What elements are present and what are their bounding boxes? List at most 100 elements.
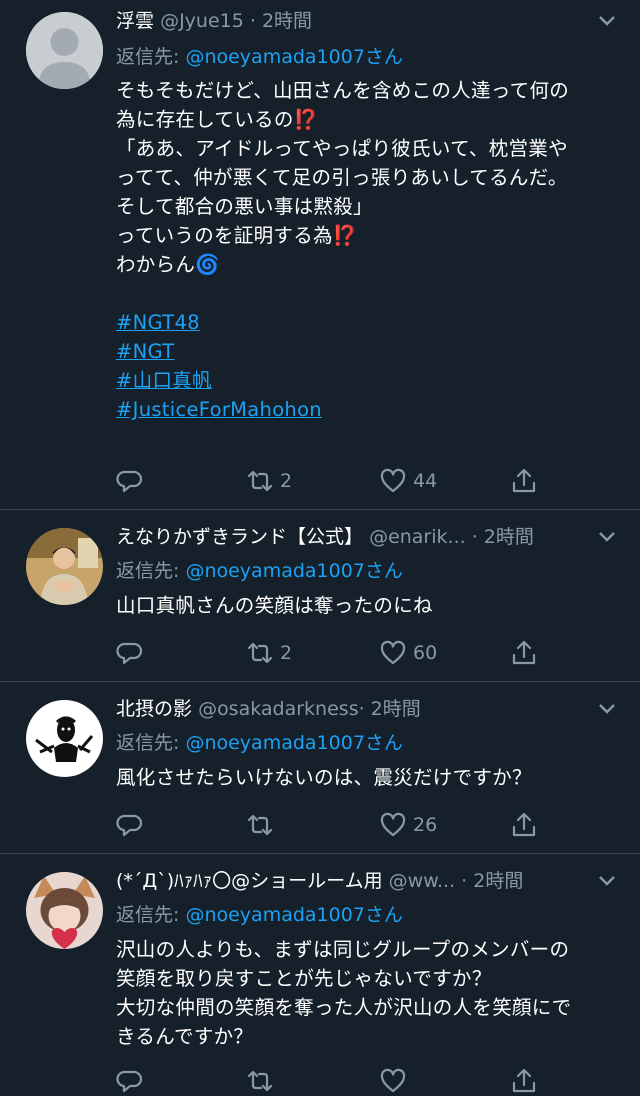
avatar[interactable] [26,528,103,605]
tweet-1[interactable]: 浮雲 @Jyue15 · 2時間 返信先: @noeyamada1007さん そ… [0,0,640,510]
heart-icon [380,812,406,837]
timestamp[interactable]: · 2時間 [359,698,421,720]
share-icon [512,812,536,837]
share-button[interactable] [510,1066,538,1096]
tweet-header: 浮雲 @Jyue15 · 2時間 [116,8,620,34]
reply-label: 返信先: [116,904,180,926]
retweet-button[interactable]: 2 [246,638,292,668]
text-line: そして都合の悪い事は黙殺」 [116,195,373,218]
text-line: わからん🌀 [116,253,220,276]
user-handle[interactable]: @Jyue15 [160,10,244,32]
reply-to-link[interactable]: @noeyamada1007さん [185,732,402,754]
tweet-4[interactable]: (*´Д`)ﾊｧﾊｧ〇@ショールーム用 @ww... · 2時間 返信先: @n… [0,854,640,1093]
tweet-3[interactable]: 北摂の影 @osakadarkness· 2時間 返信先: @noeyamada… [0,682,640,854]
avatar[interactable] [26,872,103,949]
tweet-text: 風化させたらいけないのは、震災だけですか？ [116,763,616,792]
tweet-text: 沢山の人よりも、まずは同じグループのメンバーの 笑顔を取り戻すことが先じゃないで… [116,935,616,1051]
hashtag-link[interactable]: #NGT48 [116,308,616,337]
hashtag-link[interactable]: #山口真帆 [116,366,616,395]
reply-icon [116,814,143,837]
reply-icon [116,470,143,493]
reply-to-link[interactable]: @noeyamada1007さん [185,560,402,582]
user-handle[interactable]: @osakadarkness [198,698,359,720]
share-button[interactable] [510,466,538,496]
reply-context: 返信先: @noeyamada1007さん [116,558,403,584]
timestamp[interactable]: · 2時間 [250,10,312,32]
reply-label: 返信先: [116,732,180,754]
share-icon [512,640,536,665]
reply-to-link[interactable]: @noeyamada1007さん [185,904,402,926]
retweet-button[interactable] [246,1066,274,1096]
text-line: ってて、仲が悪くて足の引っ張りあいしてるんだ。 [116,166,568,189]
text-line: 山口真帆さんの笑顔は奪ったのにね [116,594,433,617]
share-icon [512,1068,536,1093]
user-handle[interactable]: @ww... [389,870,455,892]
text-line: 為に存在しているの⁉️ [116,108,319,131]
text-line: 「ああ、アイドルってやっぱり彼氏いて、枕営業や [116,137,568,160]
ink-figure-icon [26,700,103,777]
tweet-actions: 2 60 [116,638,546,668]
like-button[interactable]: 60 [379,638,437,668]
timestamp[interactable]: · 2時間 [461,870,523,892]
display-name[interactable]: 北摂の影 [116,698,192,720]
reply-button[interactable] [116,466,144,496]
like-button[interactable]: 44 [379,466,437,496]
tweet-actions: 26 [116,810,546,840]
display-name[interactable]: 浮雲 [116,10,154,32]
chevron-down-icon[interactable] [596,10,618,32]
display-name[interactable]: えなりかずきランド【公式】 [116,526,363,548]
retweet-button[interactable] [246,810,280,840]
display-name[interactable]: (*´Д`)ﾊｧﾊｧ〇@ショールーム用 [116,870,383,892]
like-count: 26 [413,814,438,836]
chevron-down-icon[interactable] [596,698,618,720]
person-photo-icon [26,528,103,605]
tweet-2[interactable]: えなりかずきランド【公式】 @enarik... · 2時間 返信先: @noe… [0,510,640,682]
retweet-icon [247,470,273,492]
hashtag-link[interactable]: #JusticeForMahohon [116,395,616,424]
reply-button[interactable] [116,810,144,840]
reply-context: 返信先: @noeyamada1007さん [116,44,403,70]
heart-icon [380,468,406,493]
retweet-icon [247,642,273,664]
retweet-icon [247,814,273,836]
share-button[interactable] [510,638,538,668]
heart-icon [380,1068,406,1093]
reply-icon [116,1070,143,1093]
text-line: 沢山の人よりも、まずは同じグループのメンバーの [116,938,570,961]
retweet-count: 2 [280,470,293,492]
like-button[interactable]: 26 [379,810,437,840]
user-handle[interactable]: @enarik... [369,526,466,548]
avatar[interactable] [26,700,103,777]
reply-label: 返信先: [116,560,180,582]
reply-button[interactable] [116,638,144,668]
timestamp[interactable]: · 2時間 [472,526,534,548]
like-count: 44 [413,470,438,492]
chevron-down-icon[interactable] [596,870,618,892]
tweet-header: (*´Д`)ﾊｧﾊｧ〇@ショールーム用 @ww... · 2時間 [116,868,620,894]
default-avatar-icon [26,12,103,89]
avatar[interactable] [26,12,103,89]
heart-icon [380,640,406,665]
retweet-count: 2 [280,642,293,664]
chevron-down-icon[interactable] [596,526,618,548]
tweet-text: そもそもだけど、山田さんを含めこの人達って何の 為に存在しているの⁉️ 「ああ、… [116,76,616,424]
reply-context: 返信先: @noeyamada1007さん [116,902,403,928]
tweet-header: えなりかずきランド【公式】 @enarik... · 2時間 [116,524,620,550]
like-button[interactable] [379,1066,407,1096]
retweet-button[interactable]: 2 [246,466,292,496]
share-icon [512,468,536,493]
hashtag-link[interactable]: #NGT [116,337,616,366]
like-count: 60 [413,642,438,664]
reply-button[interactable] [116,1066,144,1096]
text-line: きるんですか？ [116,1025,254,1048]
tweet-text: 山口真帆さんの笑顔は奪ったのにね [116,591,616,620]
share-button[interactable] [510,810,538,840]
retweet-icon [247,1070,273,1092]
reply-to-link[interactable]: @noeyamada1007さん [185,46,402,68]
text-line: 風化させたらいけないのは、震災だけですか？ [116,766,532,789]
text-line: 笑顔を取り戻すことが先じゃないですか？ [116,967,492,990]
tweet-header: 北摂の影 @osakadarkness· 2時間 [116,696,620,722]
tweet-actions: 2 44 [116,466,546,496]
reply-context: 返信先: @noeyamada1007さん [116,730,403,756]
cat-ears-photo-icon [26,872,103,949]
